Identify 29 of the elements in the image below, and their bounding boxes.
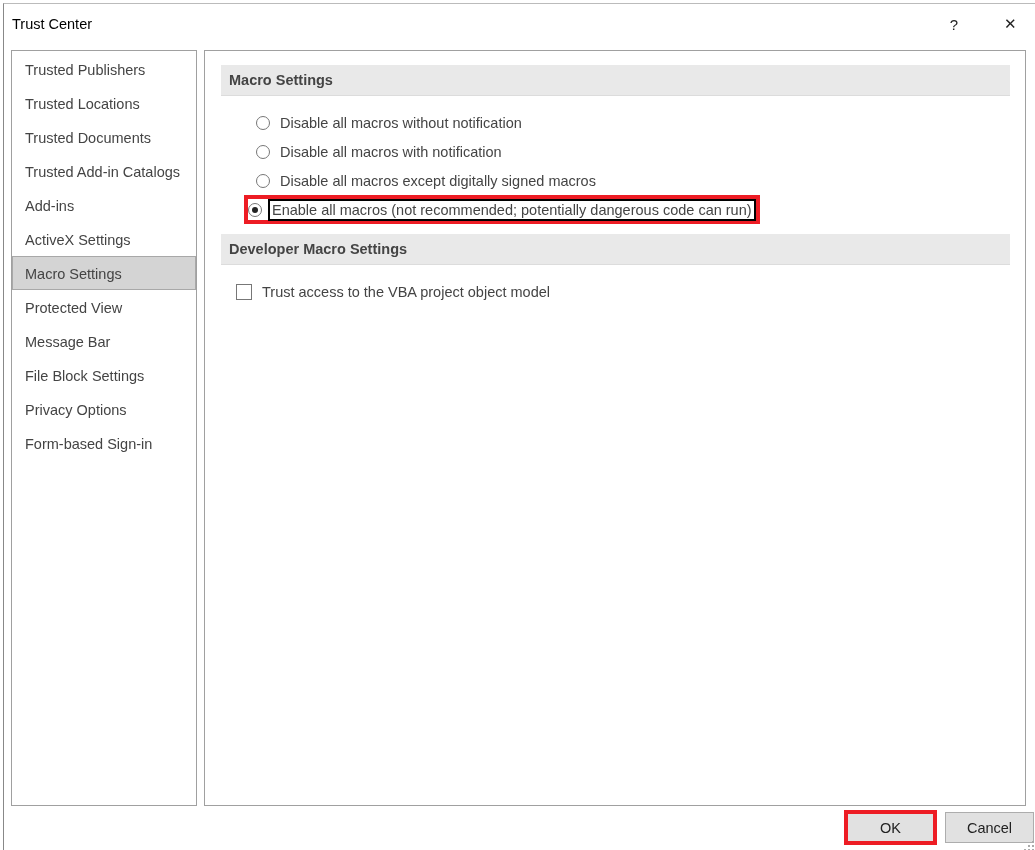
- sidebar-item[interactable]: Trusted Publishers: [12, 52, 196, 86]
- dialog-button[interactable]: Cancel: [945, 812, 1034, 843]
- sidebar-item[interactable]: File Block Settings: [12, 358, 196, 392]
- sidebar-item[interactable]: Privacy Options: [12, 392, 196, 426]
- sidebar-item[interactable]: Protected View: [12, 290, 196, 324]
- option-label: Trust access to the VBA project object model: [261, 282, 551, 302]
- sidebar-item[interactable]: Macro Settings: [12, 256, 196, 290]
- close-button[interactable]: ✕: [982, 15, 1035, 33]
- radio-button[interactable]: [256, 115, 270, 130]
- radio-button[interactable]: [256, 144, 270, 159]
- option-label: Disable all macros without notification: [279, 113, 523, 133]
- help-button[interactable]: ?: [926, 15, 982, 33]
- option-label: Disable all macros except digitally signed macros: [279, 171, 597, 191]
- sidebar-item[interactable]: Trusted Locations: [12, 86, 196, 120]
- dialog-button[interactable]: OK: [844, 810, 937, 845]
- sidebar-item[interactable]: Message Bar: [12, 324, 196, 358]
- sidebar-item[interactable]: Trusted Documents: [12, 120, 196, 154]
- sidebar-item[interactable]: Trusted Add-in Catalogs: [12, 154, 196, 188]
- sidebar-item[interactable]: ActiveX Settings: [12, 222, 196, 256]
- section-heading: Developer Macro Settings: [221, 234, 1010, 265]
- radio-button[interactable]: [256, 173, 270, 188]
- radio-button[interactable]: [248, 202, 262, 217]
- option-label: Enable all macros (not recommended; potentially dangerous code can run): [268, 198, 756, 221]
- sidebar-item[interactable]: Add-ins: [12, 188, 196, 222]
- option-label: Disable all macros with notification: [279, 142, 503, 162]
- sidebar-item[interactable]: Form-based Sign-in: [12, 426, 196, 460]
- section-heading: Macro Settings: [221, 65, 1010, 96]
- window-title: Trust Center: [12, 16, 94, 32]
- checkbox[interactable]: [236, 283, 252, 300]
